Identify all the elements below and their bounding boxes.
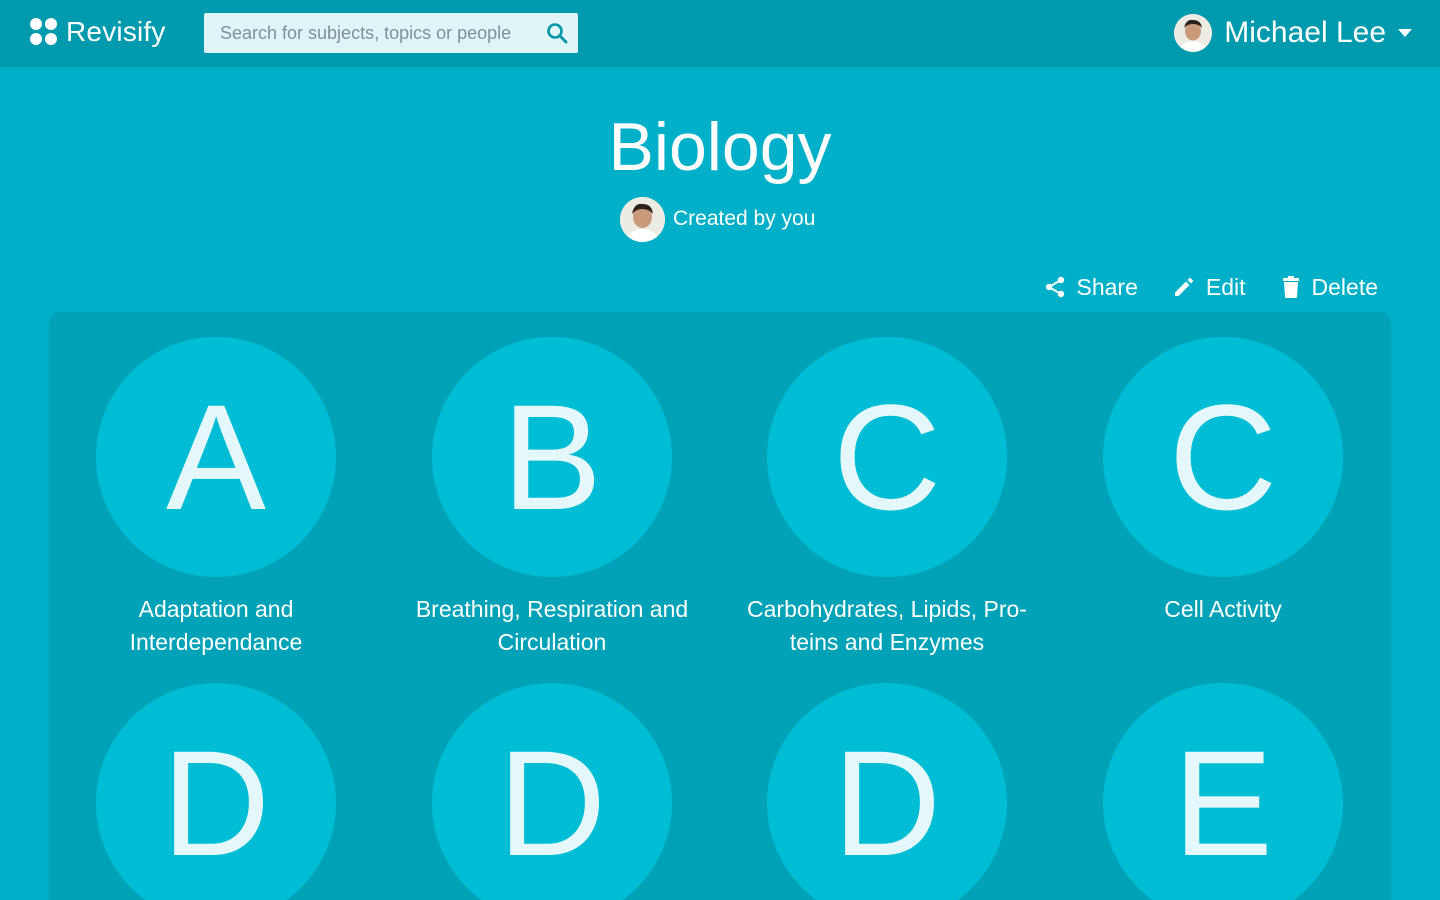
share-label: Share [1076, 273, 1138, 300]
share-button[interactable]: Share [1043, 274, 1138, 301]
app-logo[interactable]: Revisify [30, 16, 166, 48]
search-input[interactable] [204, 13, 534, 53]
topic-letter: D [497, 719, 607, 887]
topic-card[interactable]: A Adaptation and Interdependance [66, 337, 366, 659]
share-icon [1045, 276, 1064, 298]
edit-label: Edit [1205, 273, 1246, 300]
user-menu[interactable]: Michael Lee [1174, 13, 1412, 53]
edit-button[interactable]: Edit [1172, 274, 1246, 301]
topic-circle: D [767, 683, 1007, 900]
topic-circle: D [432, 683, 672, 900]
topic-card[interactable]: C Cell Activity [1073, 337, 1373, 626]
topic-letter: E [1172, 719, 1274, 887]
topic-card[interactable]: C Carbohydrates, Lipids, Pro-teins and E… [737, 337, 1037, 659]
delete-button[interactable]: Delete [1280, 274, 1378, 301]
topic-card[interactable]: D [66, 683, 366, 900]
topic-letter: D [161, 719, 271, 887]
topic-label: Cell Activity [1164, 596, 1282, 622]
topic-label: Carbohydrates, Lipids, Pro-teins and Enz… [747, 596, 1027, 655]
topic-letter: C [1168, 373, 1278, 541]
topic-card[interactable]: D [737, 683, 1037, 900]
topic-circle: C [1103, 337, 1343, 577]
topic-card[interactable]: D [402, 683, 702, 900]
topic-circle: B [432, 337, 672, 577]
app-name: Revisify [66, 16, 166, 47]
search-box [204, 13, 578, 53]
user-name: Michael Lee [1224, 16, 1386, 49]
logo-dots-icon [30, 18, 58, 46]
pencil-icon [1174, 277, 1194, 296]
caret-down-icon [1398, 29, 1412, 37]
top-navigation-bar: Revisify Michael Lee [0, 0, 1440, 67]
avatar [1174, 14, 1213, 52]
creator-info: Created by you [620, 196, 815, 242]
topic-circle: E [1103, 683, 1343, 900]
topic-letter: B [501, 373, 603, 541]
delete-label: Delete [1311, 273, 1378, 300]
topic-circle: C [767, 337, 1007, 577]
creator-avatar [620, 196, 665, 242]
creator-label: Created by you [673, 207, 816, 230]
topic-card[interactable]: B Breathing, Respiration and Circulation [402, 337, 702, 659]
subject-actions: Share Edit Delete [1009, 270, 1378, 304]
topic-label: Adaptation and Interdependance [129, 596, 303, 655]
topic-card[interactable]: E [1073, 683, 1373, 900]
topic-letter: A [165, 373, 267, 541]
topics-panel: A Adaptation and Interdependance B Breat… [49, 312, 1391, 900]
search-icon[interactable] [546, 22, 568, 44]
trash-icon [1282, 276, 1299, 298]
topic-label: Breathing, Respiration and Circulation [415, 596, 689, 655]
topic-letter: C [832, 373, 942, 541]
topic-letter: D [832, 719, 942, 887]
page-title: Biology [608, 109, 832, 185]
topic-circle: A [96, 337, 336, 577]
topic-circle: D [96, 683, 336, 900]
